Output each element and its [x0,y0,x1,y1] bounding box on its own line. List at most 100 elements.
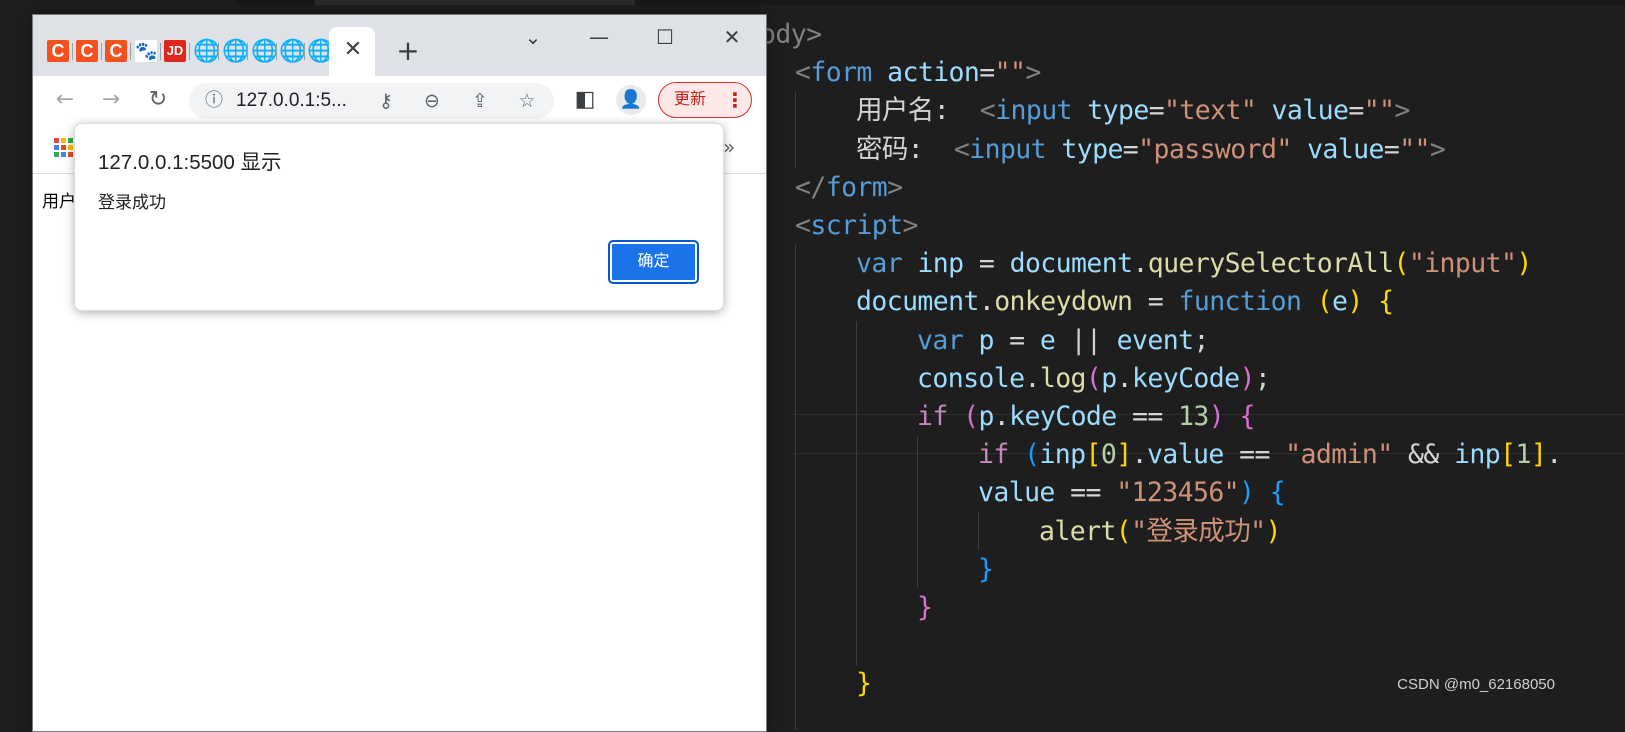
code-token: ody> [760,19,822,50]
alert-dialog: 127.0.0.1:5500 显示 登录成功 确定 [74,123,724,311]
code-token: < [979,95,996,127]
code-line[interactable]: console.log(p.keyCode); [917,360,1271,398]
maximize-button[interactable]: ☐ [651,25,679,49]
globe-icon[interactable]: 🌐 [251,40,278,62]
forward-icon[interactable]: → [96,85,126,115]
code-token: inp [917,248,964,280]
code-token: ( [1316,286,1333,318]
code-token: 用户名: [856,95,980,127]
code-token: && [1392,439,1455,471]
zoom-icon[interactable]: ⊖ [420,89,444,113]
globe-icon[interactable]: 🌐 [279,40,306,62]
code-line[interactable]: </form> [795,169,903,207]
code-token: || [1055,324,1117,356]
menu-kebab-icon[interactable]: ⋮ [725,88,745,112]
code-line[interactable]: alert("登录成功") [1039,513,1281,551]
url-text[interactable]: 127.0.0.1:5... [236,89,347,113]
code-token: document [1009,248,1133,280]
site-info-icon[interactable]: ⓘ [203,90,225,112]
code-token: ( [1393,248,1409,280]
globe-icon[interactable]: 🌐 [222,40,249,62]
code-line[interactable]: if (p.keyCode == 13) { [917,398,1255,436]
code-token: value [1146,439,1224,471]
close-window-button[interactable]: ✕ [718,25,746,49]
code-line[interactable]: var p = e || event; [917,322,1209,360]
code-token: document [856,286,979,318]
side-panel-icon[interactable]: ◧ [570,85,600,115]
code-line[interactable]: } [917,589,933,627]
code-token: "" [1399,133,1430,165]
code-token: . [1132,248,1148,280]
tab-strip: C C C 🐾 JD 🌐 🌐 🌐 🌐 🌐 ✕ + ⌄ — ☐ ✕ [33,15,766,76]
code-token: > [1394,95,1410,127]
tab-close-icon[interactable]: ✕ [342,39,364,61]
tab-search-icon[interactable]: ⌄ [519,25,547,49]
password-key-icon[interactable]: ⚷ [374,89,398,113]
code-line[interactable]: if (inp[0].value == "admin" && inp[1]. [978,436,1562,474]
reload-icon[interactable]: ↻ [143,85,173,115]
code-token: . [1116,362,1133,394]
jd-icon[interactable]: JD [164,40,186,62]
code-line[interactable]: <form action=""> [795,54,1041,92]
code-token: inp [1039,439,1086,471]
code-token: = [1383,133,1400,165]
code-token: "text" [1164,95,1257,127]
code-token: value [1271,95,1349,127]
code-token: form [825,171,888,203]
tab-separator [276,43,277,60]
profile-icon[interactable]: 👤 [616,85,646,115]
address-bar[interactable]: ⓘ 127.0.0.1:5... ⚷ ⊖ ⇪ ☆ [189,83,554,119]
bookmark-star-icon[interactable]: ☆ [515,89,539,113]
csdn-c-icon[interactable]: C [76,40,98,62]
code-token: 密码: [856,133,954,165]
code-token: = [963,248,1010,280]
new-tab-button[interactable]: + [395,37,421,65]
code-token: </ [795,171,826,203]
code-line[interactable]: } [978,551,994,589]
code-token: p [978,324,994,356]
code-token: action [887,57,980,89]
code-token: = [993,324,1040,356]
alert-title: 127.0.0.1:5500 显示 [98,151,282,174]
code-token: > [902,210,919,241]
code-token: keyCode [1009,401,1117,432]
share-icon[interactable]: ⇪ [468,89,492,113]
code-token: "" [1363,95,1395,127]
code-line[interactable]: <script> [795,207,918,245]
code-token: type [1061,133,1123,165]
code-line[interactable]: document.onkeydown = function (e) { [856,283,1394,321]
code-token: } [917,592,933,623]
tab-separator [304,43,305,60]
minimize-button[interactable]: — [585,25,613,49]
code-token: function [1178,286,1302,318]
alert-ok-button[interactable]: 确定 [608,240,699,284]
globe-icon[interactable]: 🌐 [307,40,334,62]
code-token: e [1039,324,1056,356]
code-line[interactable]: 密码: <input type="password" value=""> [856,131,1446,169]
code-line[interactable]: ody> [760,16,822,54]
code-token: = [1148,95,1165,127]
update-button[interactable]: 更新 ⋮ [658,82,752,118]
bookmarks-overflow-icon[interactable]: » [723,136,743,158]
code-token: ] [1116,439,1132,471]
code-token: value [978,477,1055,509]
code-token: = [1122,133,1139,165]
back-icon[interactable]: ← [50,85,80,115]
globe-icon[interactable]: 🌐 [193,40,220,62]
baidu-paw-icon[interactable]: 🐾 [135,40,157,62]
code-line[interactable]: var inp = document.querySelectorAll("inp… [856,245,1532,283]
apps-grid-icon[interactable] [54,138,74,158]
csdn-c-icon[interactable]: C [47,40,69,62]
code-token: var [856,248,903,280]
csdn-c-icon[interactable]: C [105,40,127,62]
code-line[interactable]: } [856,665,872,703]
code-line[interactable]: 用户名: <input type="text" value=""> [856,92,1410,130]
code-line[interactable]: value == "123456") { [978,474,1286,512]
code-token: log [1039,362,1087,394]
